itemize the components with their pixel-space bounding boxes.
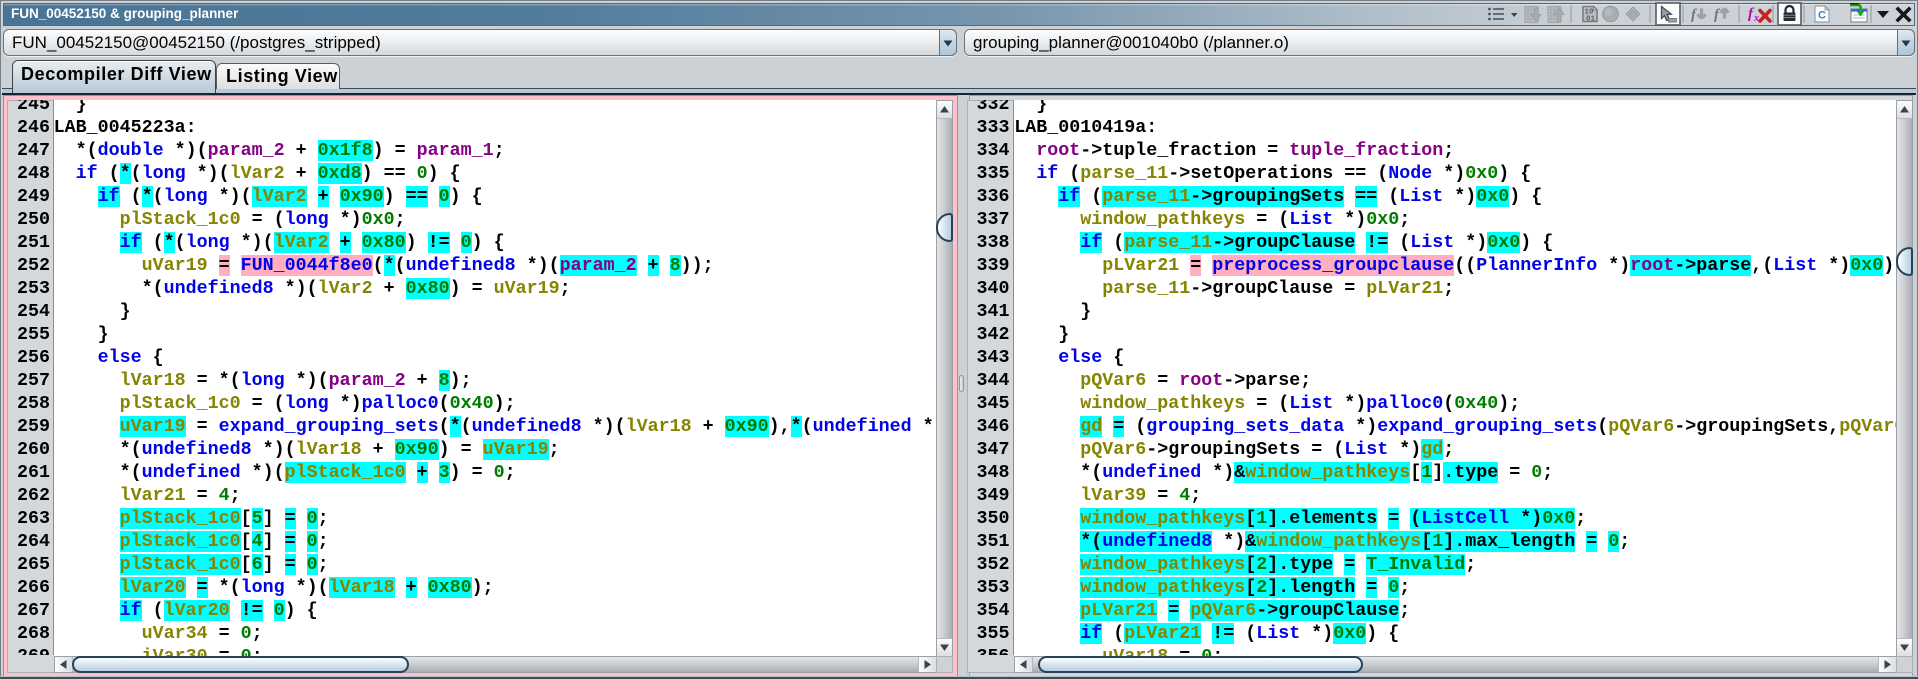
svg-text:01: 01 (1586, 16, 1596, 24)
svg-text:f: f (1714, 7, 1721, 23)
svg-text:x: x (1753, 13, 1759, 24)
svg-text:C: C (1818, 10, 1826, 22)
